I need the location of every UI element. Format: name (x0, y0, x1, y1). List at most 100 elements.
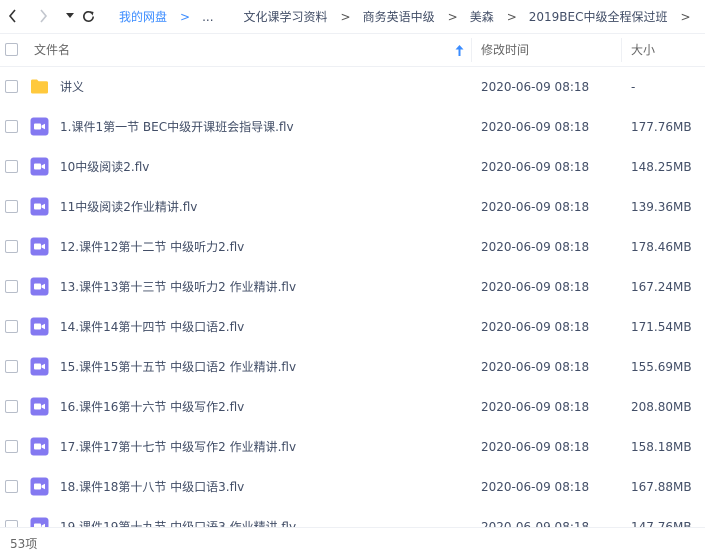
refresh-button[interactable] (78, 6, 98, 26)
breadcrumb-separator: > (447, 9, 458, 24)
forward-button[interactable] (33, 6, 53, 26)
file-size: 171.54MB (631, 320, 692, 334)
breadcrumb-separator: > (506, 9, 517, 24)
row-checkbox[interactable] (5, 200, 18, 213)
row-checkbox[interactable] (5, 400, 18, 413)
row-checkbox[interactable] (5, 120, 18, 133)
file-row[interactable]: 10中级阅读2.flv 2020-06-09 08:18 148.25MB (0, 147, 705, 187)
breadcrumb-item-meisen[interactable]: 美森 (470, 8, 494, 25)
breadcrumb-separator: > (180, 9, 191, 24)
breadcrumb-item-root[interactable]: 我的网盘 (119, 8, 167, 25)
video-file-icon (30, 397, 49, 416)
video-file-icon (30, 517, 49, 527)
file-row[interactable]: 11中级阅读2作业精讲.flv 2020-06-09 08:18 139.36MB (0, 187, 705, 227)
file-name[interactable]: 11中级阅读2作业精讲.flv (60, 187, 197, 227)
file-row[interactable]: 讲义 2020-06-09 08:18 - (0, 67, 705, 107)
folder-icon (30, 77, 49, 96)
file-modified-time: 2020-06-09 08:18 (481, 120, 590, 134)
file-modified-time: 2020-06-09 08:18 (481, 80, 590, 94)
file-size: 167.24MB (631, 280, 692, 294)
file-size: 167.88MB (631, 480, 692, 494)
file-modified-time: 2020-06-09 08:18 (481, 320, 590, 334)
video-file-icon (30, 157, 49, 176)
select-all-checkbox[interactable] (5, 43, 18, 56)
row-checkbox[interactable] (5, 440, 18, 453)
file-name[interactable]: 14.课件14第十四节 中级口语2.flv (60, 307, 244, 347)
file-size: 178.46MB (631, 240, 692, 254)
row-checkbox[interactable] (5, 360, 18, 373)
file-size: - (631, 80, 636, 94)
video-file-icon (30, 477, 49, 496)
history-dropdown-button[interactable] (60, 6, 80, 26)
file-name[interactable]: 19.课件19第十九节 中级口语3 作业精讲.flv (60, 507, 296, 527)
file-row[interactable]: 14.课件14第十四节 中级口语2.flv 2020-06-09 08:18 171… (0, 307, 705, 347)
column-header-size[interactable]: 大小 (631, 34, 701, 66)
file-name[interactable]: 18.课件18第十八节 中级口语3.flv (60, 467, 244, 507)
file-row[interactable]: 18.课件18第十八节 中级口语3.flv 2020-06-09 08:18 167… (0, 467, 705, 507)
breadcrumb-separator: > (680, 9, 691, 24)
file-name[interactable]: 13.课件13第十三节 中级听力2 作业精讲.flv (60, 267, 296, 307)
breadcrumb-separator: > (340, 9, 351, 24)
file-modified-time: 2020-06-09 08:18 (481, 200, 590, 214)
file-name[interactable]: 1.课件1第一节 BEC中级开课班会指导课.flv (60, 107, 294, 147)
file-modified-time: 2020-06-09 08:18 (481, 480, 590, 494)
row-checkbox[interactable] (5, 320, 18, 333)
row-checkbox[interactable] (5, 280, 18, 293)
file-size: 158.18MB (631, 440, 692, 454)
video-file-icon (30, 197, 49, 216)
file-name[interactable]: 10中级阅读2.flv (60, 147, 149, 187)
file-row[interactable]: 17.课件17第十七节 中级写作2 作业精讲.flv 2020-06-09 08:… (0, 427, 705, 467)
file-size: 177.76MB (631, 120, 692, 134)
file-name[interactable]: 15.课件15第十五节 中级口语2 作业精讲.flv (60, 347, 296, 387)
caret-down-icon (66, 13, 74, 18)
column-divider[interactable] (471, 38, 472, 62)
video-file-icon (30, 437, 49, 456)
file-name[interactable]: 12.课件12第十二节 中级听力2.flv (60, 227, 244, 267)
breadcrumb-item-current-folder[interactable]: 2019BEC中级全程保过班 (529, 8, 668, 25)
navigation-bar: 我的网盘 > ... 文化课学习资料 > 商务英语中级 > 美森 > 2019B… (0, 0, 705, 33)
sort-ascending-icon[interactable] (455, 45, 464, 56)
file-size: 148.25MB (631, 160, 692, 174)
column-header-modified[interactable]: 修改时间 (481, 34, 611, 66)
chevron-left-icon (8, 9, 16, 23)
video-file-icon (30, 117, 49, 136)
file-row[interactable]: 12.课件12第十二节 中级听力2.flv 2020-06-09 08:18 178… (0, 227, 705, 267)
file-row[interactable]: 19.课件19第十九节 中级口语3 作业精讲.flv 2020-06-09 08:… (0, 507, 705, 527)
file-name[interactable]: 讲义 (60, 67, 84, 107)
video-file-icon (30, 317, 49, 336)
row-checkbox[interactable] (5, 520, 18, 527)
refresh-icon (82, 10, 94, 22)
file-size: 147.76MB (631, 520, 692, 527)
file-modified-time: 2020-06-09 08:18 (481, 240, 590, 254)
video-file-icon (30, 277, 49, 296)
row-checkbox[interactable] (5, 480, 18, 493)
file-row[interactable]: 1.课件1第一节 BEC中级开课班会指导课.flv 2020-06-09 08:1… (0, 107, 705, 147)
file-name[interactable]: 16.课件16第十六节 中级写作2.flv (60, 387, 244, 427)
breadcrumb-item-ellipsis[interactable]: ... (202, 10, 213, 24)
file-row[interactable]: 13.课件13第十三节 中级听力2 作业精讲.flv 2020-06-09 08:… (0, 267, 705, 307)
row-checkbox[interactable] (5, 240, 18, 253)
column-divider[interactable] (621, 38, 622, 62)
file-modified-time: 2020-06-09 08:18 (481, 400, 590, 414)
file-list: 讲义 2020-06-09 08:18 - 1.课件1第一节 BEC中级开课班会指导课… (0, 67, 705, 527)
file-row[interactable]: 16.课件16第十六节 中级写作2.flv 2020-06-09 08:18 208… (0, 387, 705, 427)
breadcrumb-item-study-materials[interactable]: 文化课学习资料 (244, 8, 328, 25)
file-list-header: 文件名 修改时间 大小 (0, 33, 705, 67)
back-button[interactable] (3, 6, 23, 26)
breadcrumb: 我的网盘 > ... 文化课学习资料 > 商务英语中级 > 美森 > 2019B… (119, 0, 703, 33)
file-size: 139.36MB (631, 200, 692, 214)
item-count: 53项 (10, 537, 38, 551)
column-header-name[interactable]: 文件名 (34, 34, 464, 66)
file-modified-time: 2020-06-09 08:18 (481, 160, 590, 174)
file-size: 208.80MB (631, 400, 692, 414)
row-checkbox[interactable] (5, 80, 18, 93)
file-modified-time: 2020-06-09 08:18 (481, 360, 590, 374)
file-name[interactable]: 17.课件17第十七节 中级写作2 作业精讲.flv (60, 427, 296, 467)
file-row[interactable]: 15.课件15第十五节 中级口语2 作业精讲.flv 2020-06-09 08:… (0, 347, 705, 387)
file-modified-time: 2020-06-09 08:18 (481, 280, 590, 294)
file-modified-time: 2020-06-09 08:18 (481, 520, 590, 527)
file-size: 155.69MB (631, 360, 692, 374)
file-modified-time: 2020-06-09 08:18 (481, 440, 590, 454)
row-checkbox[interactable] (5, 160, 18, 173)
breadcrumb-item-business-english[interactable]: 商务英语中级 (363, 8, 435, 25)
